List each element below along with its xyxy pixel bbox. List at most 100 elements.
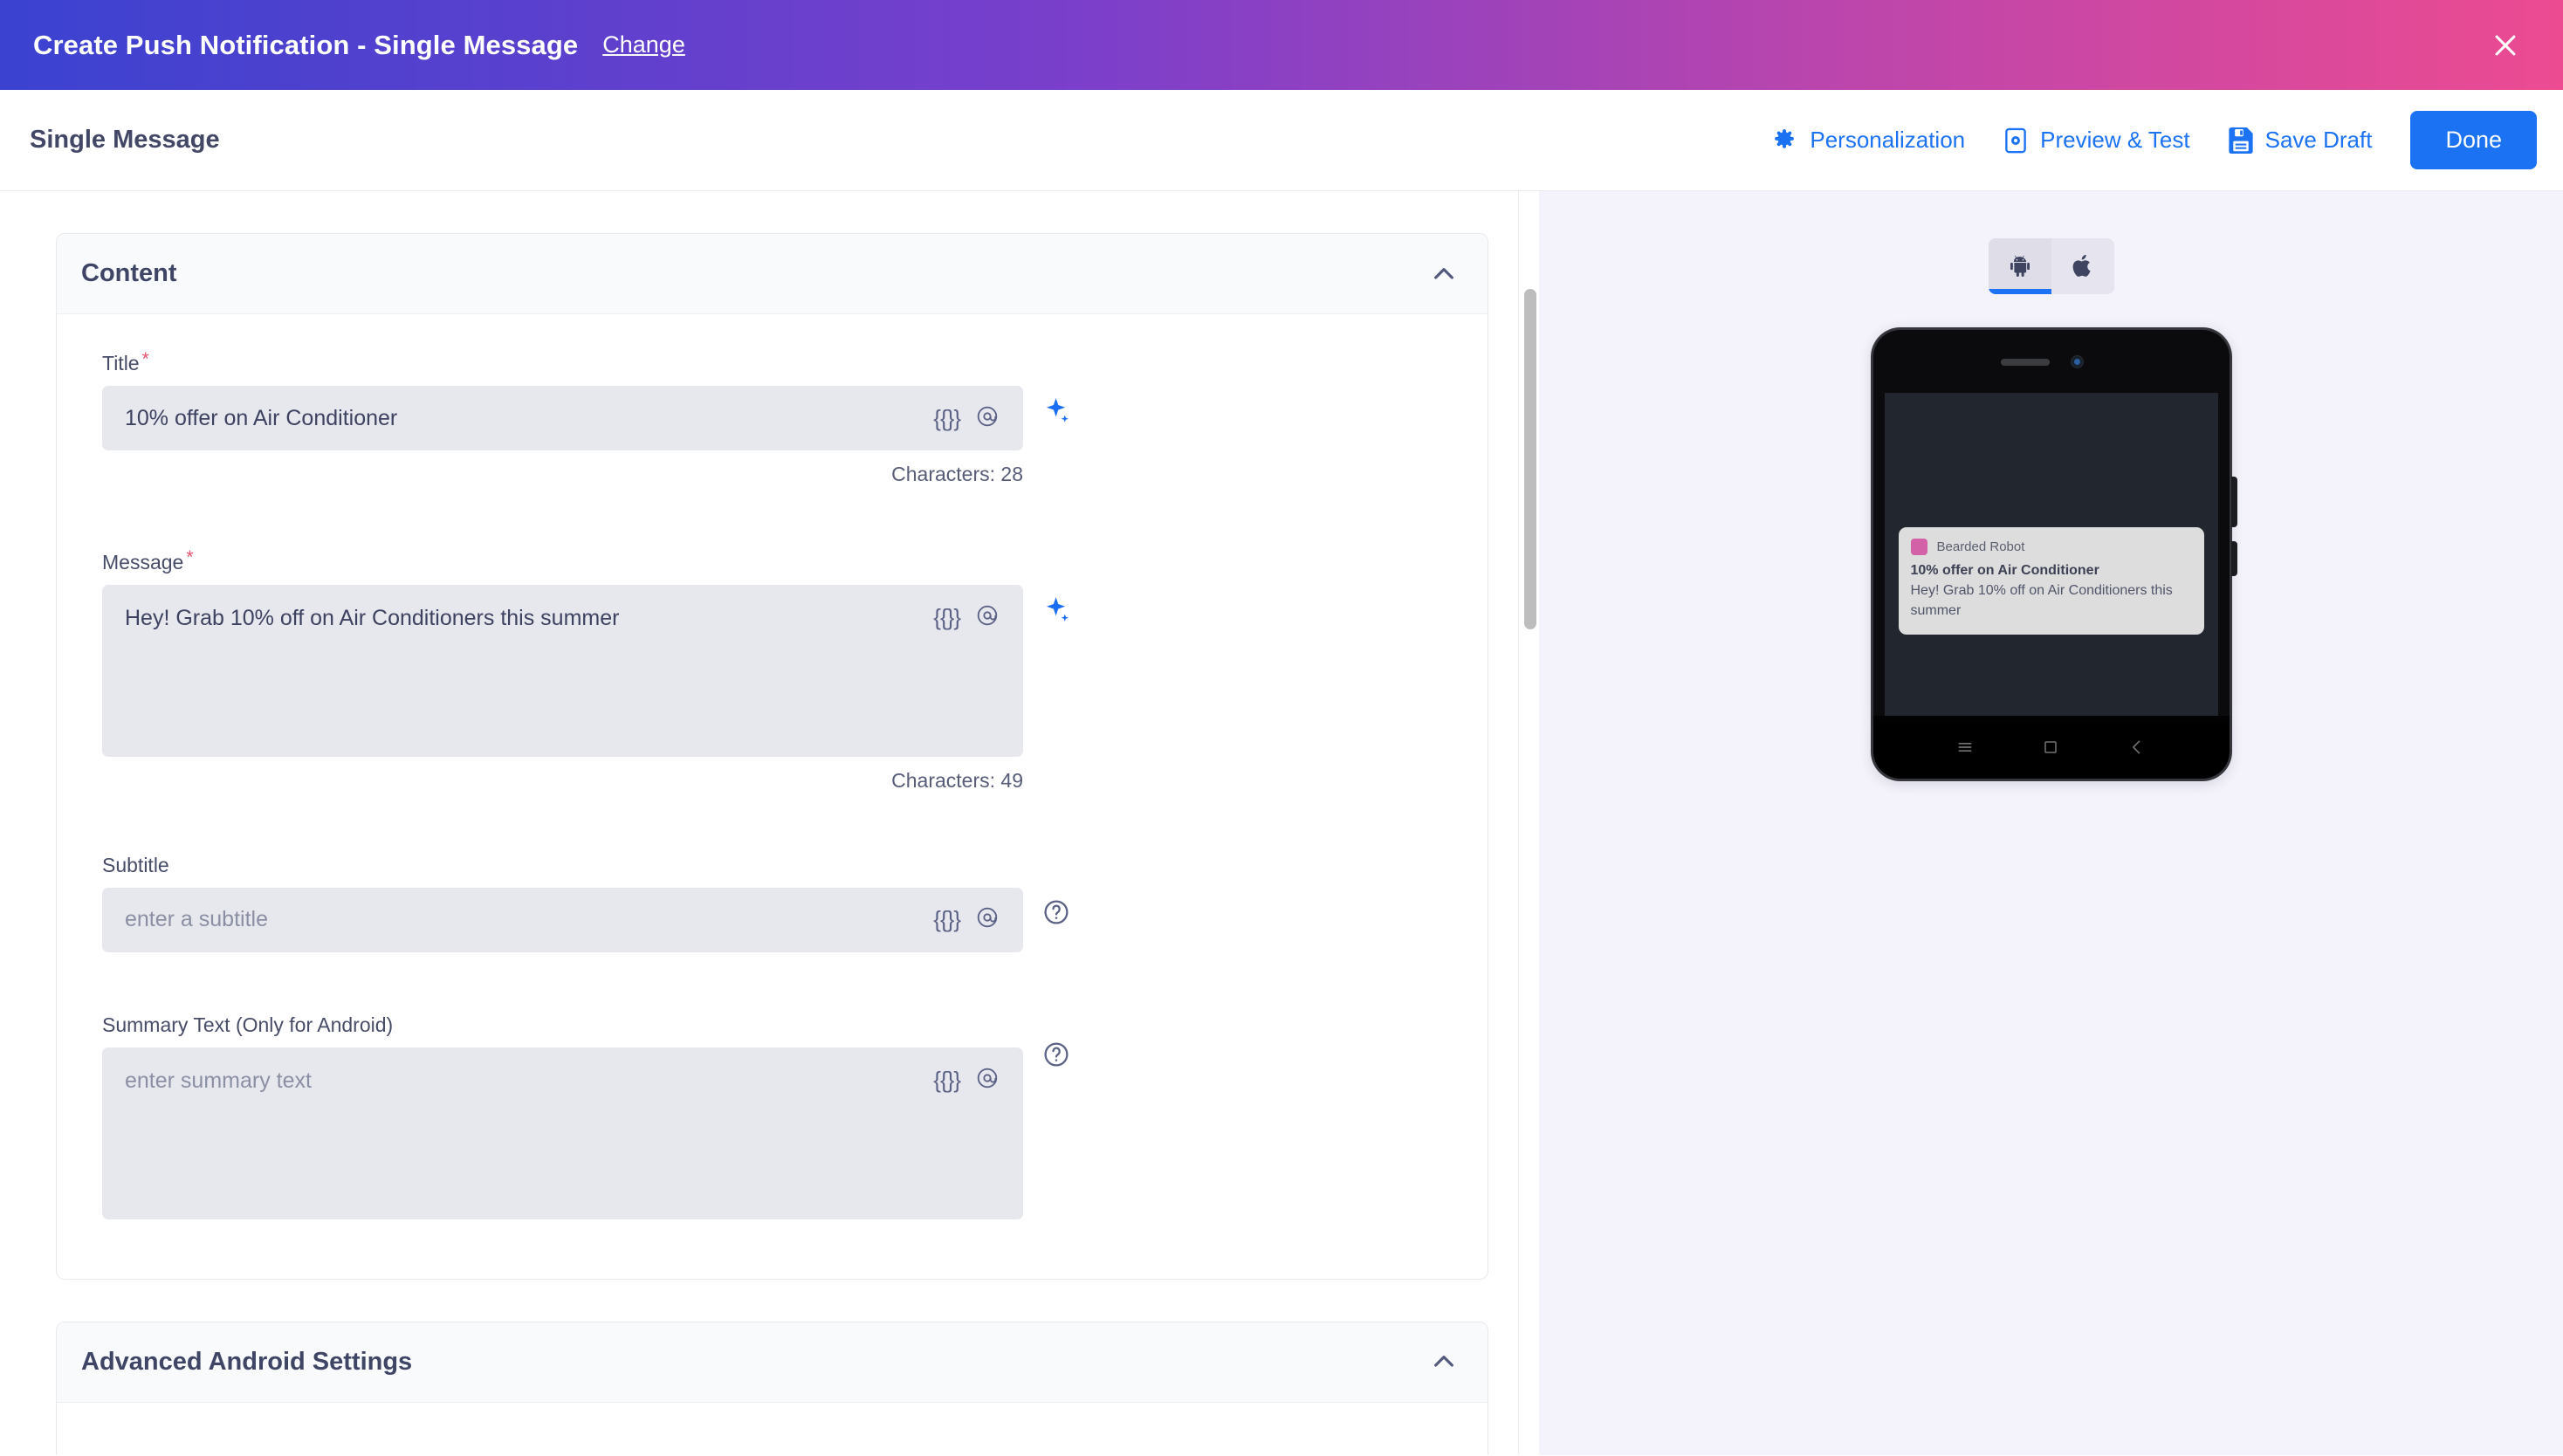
device-preview-panel: Bearded Robot 10% offer on Air Condition… bbox=[1539, 191, 2563, 1455]
app-icon bbox=[1910, 539, 1927, 555]
notification-body: Hey! Grab 10% off on Air Conditioners th… bbox=[1910, 583, 2173, 619]
phone-screen: Bearded Robot 10% offer on Air Condition… bbox=[1884, 393, 2218, 716]
editor-toolbar: Single Message Personalization Preview &… bbox=[0, 90, 2563, 191]
title-char-count: Characters: 28 bbox=[891, 463, 1023, 486]
personalization-button[interactable]: Personalization bbox=[1771, 127, 1965, 154]
message-input-icons: {{}} bbox=[933, 585, 1023, 631]
mobile-preview-icon bbox=[2003, 127, 2028, 154]
title-input-icons: {{}} bbox=[933, 405, 1023, 432]
save-draft-button[interactable]: Save Draft bbox=[2228, 127, 2373, 154]
form-panel: Content Title * 10% offer on Air Conditi… bbox=[0, 191, 1539, 1455]
notification-app-name: Bearded Robot bbox=[1936, 539, 2025, 554]
message-char-count: Characters: 49 bbox=[891, 768, 1023, 792]
platform-tab-android[interactable] bbox=[1988, 238, 2051, 294]
field-title: Title * 10% offer on Air Conditioner {{}} bbox=[102, 349, 1442, 486]
save-draft-label: Save Draft bbox=[2264, 127, 2373, 153]
at-mention-icon[interactable] bbox=[976, 906, 999, 933]
window-title: Create Push Notification - Single Messag… bbox=[33, 29, 579, 60]
title-input[interactable]: 10% offer on Air Conditioner {{}} bbox=[102, 386, 1023, 451]
preview-test-label: Preview & Test bbox=[2040, 127, 2190, 153]
summary-input-icons: {{}} bbox=[933, 1047, 1023, 1094]
subtitle-label: Subtitle bbox=[102, 853, 169, 876]
content-card-body: Title * 10% offer on Air Conditioner {{}} bbox=[57, 314, 1488, 1279]
liquid-token-icon[interactable]: {{}} bbox=[933, 1067, 961, 1094]
advanced-android-settings-body bbox=[57, 1403, 1488, 1455]
liquid-token-icon[interactable]: {{}} bbox=[933, 405, 961, 432]
done-button[interactable]: Done bbox=[2410, 111, 2537, 169]
advanced-android-settings-title: Advanced Android Settings bbox=[81, 1347, 413, 1376]
title-input-row: 10% offer on Air Conditioner {{}} bbox=[102, 386, 1442, 451]
personalization-label: Personalization bbox=[1810, 127, 1966, 153]
preview-test-button[interactable]: Preview & Test bbox=[2003, 127, 2190, 154]
message-input-row: Hey! Grab 10% off on Air Conditioners th… bbox=[102, 584, 1442, 757]
notification-title: 10% offer on Air Conditioner bbox=[1910, 563, 2099, 578]
phone-nav-bar bbox=[1870, 716, 2232, 781]
content-card-title: Content bbox=[81, 259, 177, 287]
form-scroll-area: Content Title * 10% offer on Air Conditi… bbox=[0, 191, 1539, 1455]
at-mention-icon[interactable] bbox=[976, 405, 999, 432]
message-required-marker: * bbox=[186, 547, 194, 568]
summary-text-placeholder: enter summary text bbox=[125, 1068, 312, 1093]
ai-sparkle-icon[interactable] bbox=[1042, 595, 1072, 629]
subtitle-input-placeholder: enter a subtitle bbox=[125, 907, 268, 932]
at-mention-icon[interactable] bbox=[976, 604, 999, 631]
window-titlebar: Create Push Notification - Single Messag… bbox=[0, 0, 2563, 90]
advanced-android-settings-header[interactable]: Advanced Android Settings bbox=[57, 1322, 1488, 1403]
phone-speaker-grill bbox=[2000, 359, 2050, 366]
chevron-left-icon[interactable] bbox=[2128, 738, 2146, 756]
ai-sparkle-icon[interactable] bbox=[1042, 396, 1072, 430]
gear-icon bbox=[1771, 127, 1797, 154]
help-circle-icon[interactable] bbox=[1042, 1040, 1070, 1073]
subtitle-input[interactable]: enter a subtitle {{}} bbox=[102, 887, 1023, 952]
subtitle-input-row: enter a subtitle {{}} bbox=[102, 887, 1442, 952]
notification-app-row: Bearded Robot bbox=[1910, 539, 2192, 555]
platform-toggle bbox=[1988, 238, 2114, 294]
content-card-header[interactable]: Content bbox=[57, 234, 1488, 314]
summary-label-wrap: Summary Text (Only for Android) bbox=[102, 1013, 1442, 1047]
title-input-value: 10% offer on Air Conditioner bbox=[125, 405, 398, 430]
platform-tab-ios[interactable] bbox=[2051, 238, 2114, 294]
menu-icon[interactable] bbox=[1956, 738, 1974, 756]
field-summary-text: Summary Text (Only for Android) enter su… bbox=[102, 1013, 1442, 1219]
message-label: Message bbox=[102, 550, 184, 573]
close-icon[interactable] bbox=[2486, 26, 2525, 65]
editor-body: Content Title * 10% offer on Air Conditi… bbox=[0, 191, 2563, 1455]
notification-preview-card[interactable]: Bearded Robot 10% offer on Air Condition… bbox=[1898, 527, 2204, 635]
square-icon[interactable] bbox=[2043, 739, 2058, 755]
android-icon bbox=[2007, 253, 2033, 279]
field-message: Message * Hey! Grab 10% off on Air Condit… bbox=[102, 547, 1442, 792]
message-input[interactable]: Hey! Grab 10% off on Air Conditioners th… bbox=[102, 584, 1023, 757]
message-input-value: Hey! Grab 10% off on Air Conditioners th… bbox=[125, 605, 620, 630]
phone-front-camera bbox=[2070, 355, 2084, 368]
subtitle-input-icons: {{}} bbox=[933, 906, 1023, 933]
save-disk-icon bbox=[2228, 127, 2253, 154]
chevron-up-icon[interactable] bbox=[1430, 260, 1458, 288]
summary-text-label: Summary Text (Only for Android) bbox=[102, 1013, 394, 1036]
phone-side-button-volume bbox=[2230, 477, 2237, 527]
summary-text-input[interactable]: enter summary text {{}} bbox=[102, 1047, 1023, 1219]
form-scrollbar-track[interactable] bbox=[1518, 191, 1539, 1455]
help-circle-icon[interactable] bbox=[1042, 898, 1070, 931]
summary-input-row: enter summary text {{}} bbox=[102, 1042, 1442, 1219]
phone-side-button-power bbox=[2230, 541, 2237, 576]
content-card: Content Title * 10% offer on Air Conditi… bbox=[56, 233, 1488, 1280]
change-link[interactable]: Change bbox=[602, 31, 685, 58]
advanced-android-settings-card: Advanced Android Settings bbox=[56, 1321, 1488, 1455]
page-title: Single Message bbox=[30, 126, 220, 154]
liquid-token-icon[interactable]: {{}} bbox=[933, 906, 961, 933]
field-subtitle: Subtitle enter a subtitle {{}} bbox=[102, 854, 1442, 952]
subtitle-label-wrap: Subtitle bbox=[102, 854, 1442, 888]
title-required-marker: * bbox=[141, 349, 149, 369]
phone-mockup: Bearded Robot 10% offer on Air Condition… bbox=[1870, 327, 2237, 716]
title-label: Title bbox=[102, 352, 140, 375]
message-label-wrap: Message * bbox=[102, 547, 1442, 584]
form-scrollbar-thumb[interactable] bbox=[1524, 289, 1536, 629]
chevron-up-icon[interactable] bbox=[1430, 1348, 1458, 1376]
title-label-wrap: Title * bbox=[102, 349, 1442, 386]
apple-icon bbox=[2071, 253, 2095, 279]
at-mention-icon[interactable] bbox=[976, 1067, 999, 1094]
liquid-token-icon[interactable]: {{}} bbox=[933, 604, 961, 631]
